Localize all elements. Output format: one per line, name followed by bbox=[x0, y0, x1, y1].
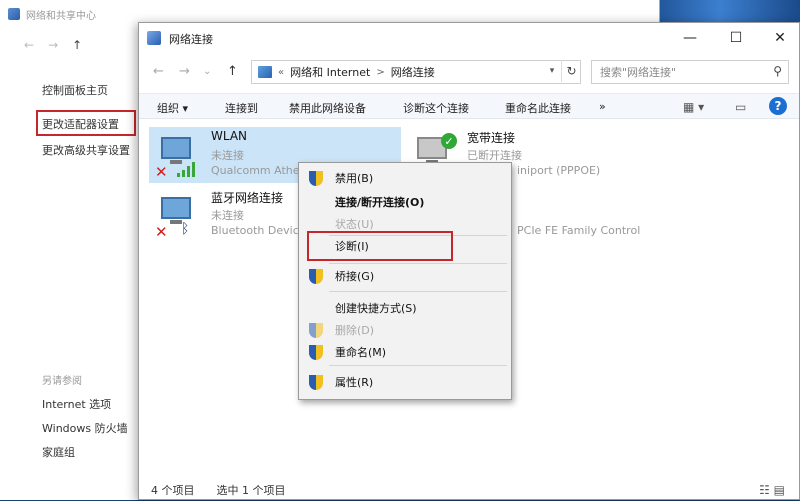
connection-status: 未连接 bbox=[211, 209, 244, 222]
menu-item-disable[interactable]: 禁用(B) bbox=[299, 167, 511, 189]
bluetooth-adapter-icon: ✕ ᛒ bbox=[155, 193, 199, 241]
uac-shield-icon bbox=[309, 323, 323, 338]
close-button[interactable]: ✕ bbox=[763, 26, 797, 50]
connection-name: 宽带连接 bbox=[467, 131, 516, 145]
annotation-highlight-adapter-settings bbox=[36, 110, 136, 136]
selected-count: 选中 1 个项目 bbox=[216, 484, 286, 497]
menu-separator bbox=[329, 291, 507, 292]
uac-shield-icon bbox=[309, 345, 323, 360]
up-button[interactable]: ↑ bbox=[227, 64, 238, 79]
disconnected-x-icon: ✕ bbox=[155, 163, 168, 181]
status-bar: 4 个项目 选中 1 个项目 ☷ ▤ bbox=[139, 479, 799, 501]
uac-shield-icon bbox=[309, 171, 323, 186]
item-count: 4 个项目 bbox=[151, 484, 195, 497]
menu-item-label: 创建快捷方式(S) bbox=[335, 302, 417, 315]
connection-device: PCIe FE Family Control bbox=[517, 224, 641, 237]
menu-item-label: 禁用(B) bbox=[335, 172, 374, 185]
menu-separator bbox=[329, 263, 507, 264]
back-window-nav: ← → ↑ bbox=[0, 32, 140, 58]
see-also-heading: 另请参阅 bbox=[42, 376, 82, 387]
sidebar-link-homegroup[interactable]: 家庭组 bbox=[42, 444, 75, 460]
context-menu: 禁用(B) 连接/断开连接(O) 状态(U) 诊断(I) 桥接(G) 创建快捷方… bbox=[298, 162, 512, 400]
uac-shield-icon bbox=[309, 375, 323, 390]
menu-item-label: 状态(U) bbox=[335, 218, 374, 231]
back-window-title: 网络和共享中心 bbox=[26, 10, 96, 22]
search-placeholder: 搜索"网络连接" bbox=[600, 66, 677, 79]
diagnose-connection-button[interactable]: 诊断这个连接 bbox=[403, 100, 469, 116]
menu-item-label: 重命名(M) bbox=[335, 346, 387, 359]
command-bar: 组织 ▾ 连接到 禁用此网络设备 诊断这个连接 重命名此连接 » ▦ ▾ ▭ ? bbox=[139, 93, 799, 119]
breadcrumb-separator[interactable]: > bbox=[376, 67, 384, 78]
maximize-button[interactable]: ☐ bbox=[719, 26, 753, 50]
disable-device-button[interactable]: 禁用此网络设备 bbox=[289, 100, 366, 116]
network-center-icon bbox=[8, 8, 20, 20]
uac-shield-icon bbox=[309, 269, 323, 284]
recent-locations-button[interactable]: ⌄ bbox=[203, 66, 211, 77]
forward-button[interactable]: → bbox=[179, 64, 190, 79]
connection-device: Qualcomm Athe bbox=[211, 164, 300, 177]
menu-item-label: 属性(R) bbox=[335, 376, 374, 389]
menu-item-label: 连接/断开连接(O) bbox=[335, 196, 425, 209]
connect-to-button[interactable]: 连接到 bbox=[225, 100, 258, 116]
address-overflow[interactable]: « bbox=[278, 67, 284, 78]
menu-item-delete[interactable]: 删除(D) bbox=[299, 319, 511, 341]
connection-name: 蓝牙网络连接 bbox=[211, 191, 284, 205]
sidebar-link-internet-options[interactable]: Internet 选项 bbox=[42, 396, 111, 412]
network-connections-icon bbox=[147, 31, 161, 45]
organize-button[interactable]: 组织 ▾ bbox=[157, 100, 188, 116]
sidebar-link-windows-firewall[interactable]: Windows 防火墙 bbox=[42, 420, 128, 436]
breadcrumb-network-internet[interactable]: 网络和 Internet bbox=[290, 64, 370, 80]
connection-device: Bluetooth Devic bbox=[211, 224, 299, 237]
view-toggle-icons[interactable]: ☷ ▤ bbox=[759, 483, 785, 497]
disconnected-x-icon: ✕ bbox=[155, 223, 168, 241]
wifi-adapter-icon: ✕ bbox=[155, 133, 199, 181]
back-button[interactable]: ← bbox=[153, 64, 164, 79]
help-icon[interactable]: ? bbox=[769, 97, 787, 115]
checkmark-icon: ✓ bbox=[441, 133, 457, 149]
control-panel-icon bbox=[258, 66, 272, 78]
signal-bars-icon bbox=[177, 161, 199, 177]
menu-item-rename[interactable]: 重命名(M) bbox=[299, 341, 511, 363]
bluetooth-icon: ᛒ bbox=[181, 221, 190, 237]
menu-item-connect-disconnect[interactable]: 连接/断开连接(O) bbox=[299, 191, 511, 213]
back-arrow-icon[interactable]: ← bbox=[24, 38, 34, 52]
annotation-highlight-diagnose bbox=[307, 231, 453, 261]
up-arrow-icon[interactable]: ↑ bbox=[72, 38, 82, 52]
search-input[interactable]: 搜索"网络连接" ⚲ bbox=[591, 60, 789, 84]
address-bar[interactable]: « 网络和 Internet > 网络连接 bbox=[251, 60, 581, 84]
menu-separator bbox=[329, 365, 507, 366]
menu-item-label: 桥接(G) bbox=[335, 270, 375, 283]
monitor-shape bbox=[161, 197, 191, 219]
breadcrumb-network-connections[interactable]: 网络连接 bbox=[391, 64, 435, 80]
connection-device: iniport (PPPOE) bbox=[517, 164, 601, 177]
menu-item-label: 删除(D) bbox=[335, 324, 375, 337]
forward-arrow-icon[interactable]: → bbox=[48, 38, 58, 52]
sidebar-link-advanced-sharing[interactable]: 更改高级共享设置 bbox=[42, 142, 130, 158]
rename-connection-button[interactable]: 重命名此连接 bbox=[505, 100, 571, 116]
titlebar: 网络连接 — ☐ ✕ bbox=[139, 23, 799, 53]
preview-pane-icon[interactable]: ▭ bbox=[735, 100, 746, 114]
minimize-button[interactable]: — bbox=[673, 26, 707, 50]
refresh-icon[interactable]: ↻ bbox=[561, 60, 581, 82]
window-title: 网络连接 bbox=[169, 33, 213, 46]
menu-item-bridge[interactable]: 桥接(G) bbox=[299, 265, 511, 287]
menu-item-properties[interactable]: 属性(R) bbox=[299, 371, 511, 393]
sidebar-link-control-panel-home[interactable]: 控制面板主页 bbox=[42, 82, 108, 98]
change-view-icon[interactable]: ▦ ▾ bbox=[683, 100, 704, 114]
connection-status: 已断开连接 bbox=[467, 149, 522, 162]
connection-status: 未连接 bbox=[211, 149, 244, 162]
address-row: ← → ⌄ ↑ « 网络和 Internet > 网络连接 ▾ ↻ 搜索"网络连… bbox=[139, 59, 799, 87]
more-commands-button[interactable]: » bbox=[599, 100, 606, 113]
desktop-background bbox=[640, 0, 800, 22]
monitor-shape bbox=[161, 137, 191, 159]
connection-name: WLAN bbox=[211, 129, 248, 143]
search-icon[interactable]: ⚲ bbox=[773, 64, 782, 78]
address-dropdown-icon[interactable]: ▾ bbox=[543, 60, 561, 82]
menu-item-create-shortcut[interactable]: 创建快捷方式(S) bbox=[299, 297, 511, 319]
